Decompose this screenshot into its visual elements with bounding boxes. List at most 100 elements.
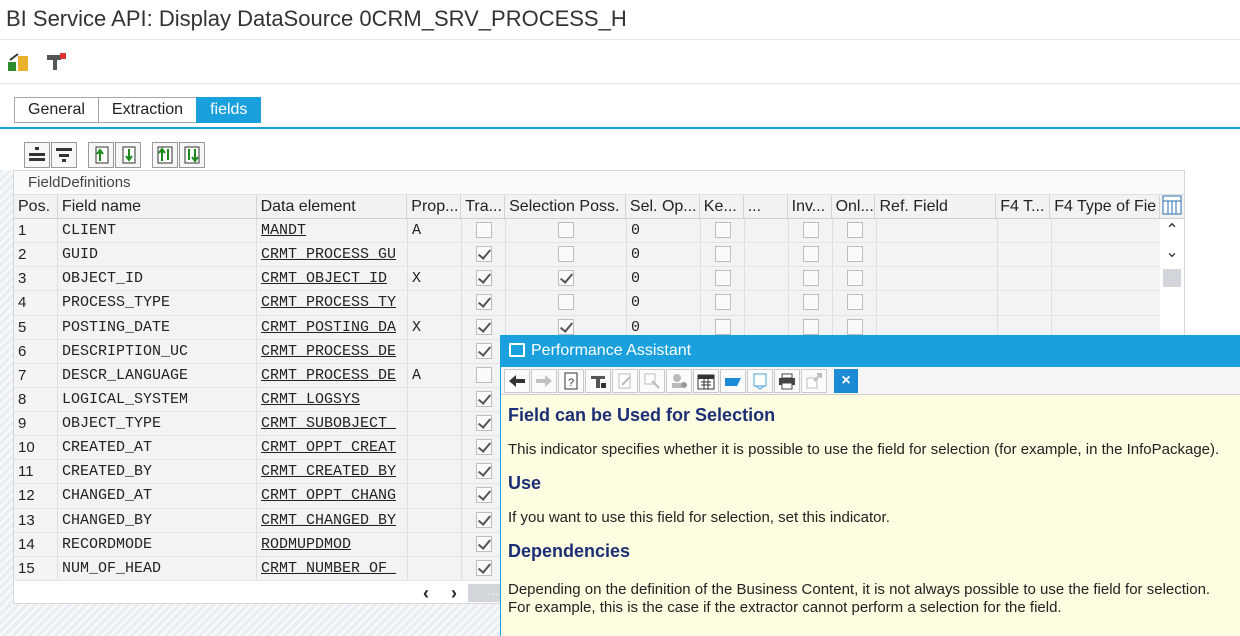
- cell-f4-t[interactable]: [998, 291, 1052, 315]
- cell-field-name[interactable]: DESCR_LANGUAGE: [58, 363, 257, 387]
- link-button[interactable]: [639, 368, 665, 393]
- col-ref-field[interactable]: Ref. Field: [875, 195, 997, 218]
- cell-data-element[interactable]: CRMT_NUMBER_OF_: [257, 556, 408, 580]
- hierarchy-icon[interactable]: [6, 50, 30, 74]
- cell-data-element[interactable]: CRMT_CHANGED_BY: [257, 508, 408, 532]
- cell-properties[interactable]: [408, 460, 462, 484]
- cell-data-element[interactable]: RODMUPDMOD: [257, 532, 408, 556]
- cell-selection-possible-checkbox[interactable]: [558, 294, 574, 311]
- cell-sel-options[interactable]: 0: [627, 243, 701, 267]
- col-transfer[interactable]: Tra...: [461, 195, 506, 218]
- back-button[interactable]: [504, 368, 530, 393]
- cell-transfer-checkbox[interactable]: [475, 246, 492, 263]
- cell-data-element[interactable]: CRMT_POSTING_DA: [257, 315, 408, 339]
- cell-selection-possible-checkbox[interactable]: [558, 246, 574, 263]
- col-data-element[interactable]: Data element: [257, 195, 408, 218]
- cell-properties[interactable]: A: [408, 363, 462, 387]
- cell-f4-type[interactable]: [1052, 219, 1162, 243]
- cell-properties[interactable]: X: [408, 267, 462, 291]
- col-f4-t[interactable]: F4 T...: [996, 195, 1051, 218]
- cell-selection-possible-checkbox[interactable]: [558, 318, 574, 335]
- cell-transfer-checkbox[interactable]: [475, 342, 492, 359]
- cell-key-checkbox[interactable]: [714, 222, 731, 239]
- cell-field-name[interactable]: CLIENT: [58, 219, 257, 243]
- col-more[interactable]: ...: [744, 195, 788, 218]
- cell-transfer-checkbox[interactable]: [475, 294, 492, 311]
- tools-button[interactable]: [585, 368, 611, 393]
- technical-info-button[interactable]: ?: [558, 368, 584, 393]
- cell-field-name[interactable]: CHANGED_BY: [58, 508, 257, 532]
- cell-inversion-checkbox[interactable]: [802, 222, 819, 239]
- cell-properties[interactable]: [408, 339, 462, 363]
- cell-field-name[interactable]: RECORDMODE: [58, 532, 257, 556]
- cell-properties[interactable]: [408, 556, 462, 580]
- tab-general[interactable]: General: [14, 97, 98, 123]
- cell-inversion-checkbox[interactable]: [802, 318, 819, 335]
- cell-field-name[interactable]: CREATED_AT: [58, 436, 257, 460]
- cell-transfer-checkbox[interactable]: [475, 366, 492, 383]
- cell-f4-type[interactable]: [1052, 243, 1162, 267]
- close-button[interactable]: ×: [834, 368, 858, 393]
- cell-transfer-checkbox[interactable]: [475, 270, 492, 287]
- cell-data-element[interactable]: MANDT: [257, 219, 408, 243]
- table-row[interactable]: 4 PROCESS_TYPE CRMT_PROCESS_TY 0: [14, 291, 1184, 316]
- cell-data-element[interactable]: CRMT_OBJECT_ID: [257, 267, 408, 291]
- cell-f4-type[interactable]: [1052, 267, 1162, 291]
- edit-button[interactable]: [612, 368, 638, 393]
- cell-data-element[interactable]: CRMT_PROCESS_DE: [257, 339, 408, 363]
- cell-sel-options[interactable]: 0: [627, 219, 701, 243]
- cell-transfer-checkbox[interactable]: [475, 463, 492, 480]
- cell-properties[interactable]: [408, 387, 462, 411]
- column-settings-button[interactable]: [1160, 195, 1184, 218]
- page-view-button[interactable]: [747, 368, 773, 393]
- cell-inversion-checkbox[interactable]: [802, 246, 819, 263]
- cell-data-element[interactable]: CRMT_CREATED_BY: [257, 460, 408, 484]
- col-pos[interactable]: Pos.: [14, 195, 58, 218]
- calendar-button[interactable]: [693, 368, 719, 393]
- cell-key-checkbox[interactable]: [714, 318, 731, 335]
- export-button[interactable]: [801, 368, 827, 393]
- forward-button[interactable]: [531, 368, 557, 393]
- table-row[interactable]: 3 OBJECT_ID CRMT_OBJECT_ID X 0: [14, 267, 1184, 292]
- cell-key-checkbox[interactable]: [714, 294, 731, 311]
- col-properties[interactable]: Prop...: [407, 195, 462, 218]
- table-row[interactable]: 2 GUID CRMT_PROCESS_GU 0: [14, 243, 1184, 268]
- col-f4-type[interactable]: F4 Type of Fie: [1050, 195, 1160, 218]
- cell-selection-possible-checkbox[interactable]: [558, 222, 574, 239]
- cell-field-name[interactable]: NUM_OF_HEAD: [58, 556, 257, 580]
- scroll-up-button[interactable]: ⌃: [1160, 219, 1184, 243]
- cell-ref-field[interactable]: [877, 243, 998, 267]
- tab-extraction[interactable]: Extraction: [97, 97, 197, 123]
- cell-transfer-checkbox[interactable]: [475, 535, 492, 552]
- cell-only-known-checkbox[interactable]: [846, 294, 863, 311]
- cell-key-checkbox[interactable]: [714, 246, 731, 263]
- cell-transfer-checkbox[interactable]: [475, 487, 492, 504]
- display-change-icon[interactable]: [44, 50, 68, 74]
- col-key[interactable]: Ke...: [700, 195, 744, 218]
- move-down-button[interactable]: [179, 142, 205, 168]
- cell-inversion-checkbox[interactable]: [802, 294, 819, 311]
- tab-fields[interactable]: fields: [196, 97, 262, 123]
- cell-data-element[interactable]: CRMT_PROCESS_DE: [257, 363, 408, 387]
- cell-inversion-checkbox[interactable]: [802, 270, 819, 287]
- scroll-right-button[interactable]: ›: [440, 583, 468, 604]
- col-field-name[interactable]: Field name: [58, 195, 257, 218]
- filter-button[interactable]: [51, 142, 77, 168]
- cell-field-name[interactable]: OBJECT_TYPE: [58, 412, 257, 436]
- cell-transfer-checkbox[interactable]: [475, 415, 492, 432]
- insert-row-button[interactable]: [88, 142, 114, 168]
- cell-field-name[interactable]: GUID: [58, 243, 257, 267]
- cell-f4-t[interactable]: [998, 243, 1052, 267]
- col-inversion[interactable]: Inv...: [788, 195, 832, 218]
- cell-properties[interactable]: [408, 243, 462, 267]
- cell-field-name[interactable]: POSTING_DATE: [58, 315, 257, 339]
- cell-data-element[interactable]: CRMT_OPPT_CHANG: [257, 484, 408, 508]
- cell-field-name[interactable]: LOGICAL_SYSTEM: [58, 387, 257, 411]
- cell-field-name[interactable]: DESCRIPTION_UC: [58, 339, 257, 363]
- cell-data-element[interactable]: CRMT_SUBOBJECT_: [257, 412, 408, 436]
- cell-properties[interactable]: [408, 508, 462, 532]
- cell-transfer-checkbox[interactable]: [475, 439, 492, 456]
- cell-properties[interactable]: A: [408, 219, 462, 243]
- col-only-known[interactable]: Onl...: [832, 195, 876, 218]
- user-button[interactable]: [666, 368, 692, 393]
